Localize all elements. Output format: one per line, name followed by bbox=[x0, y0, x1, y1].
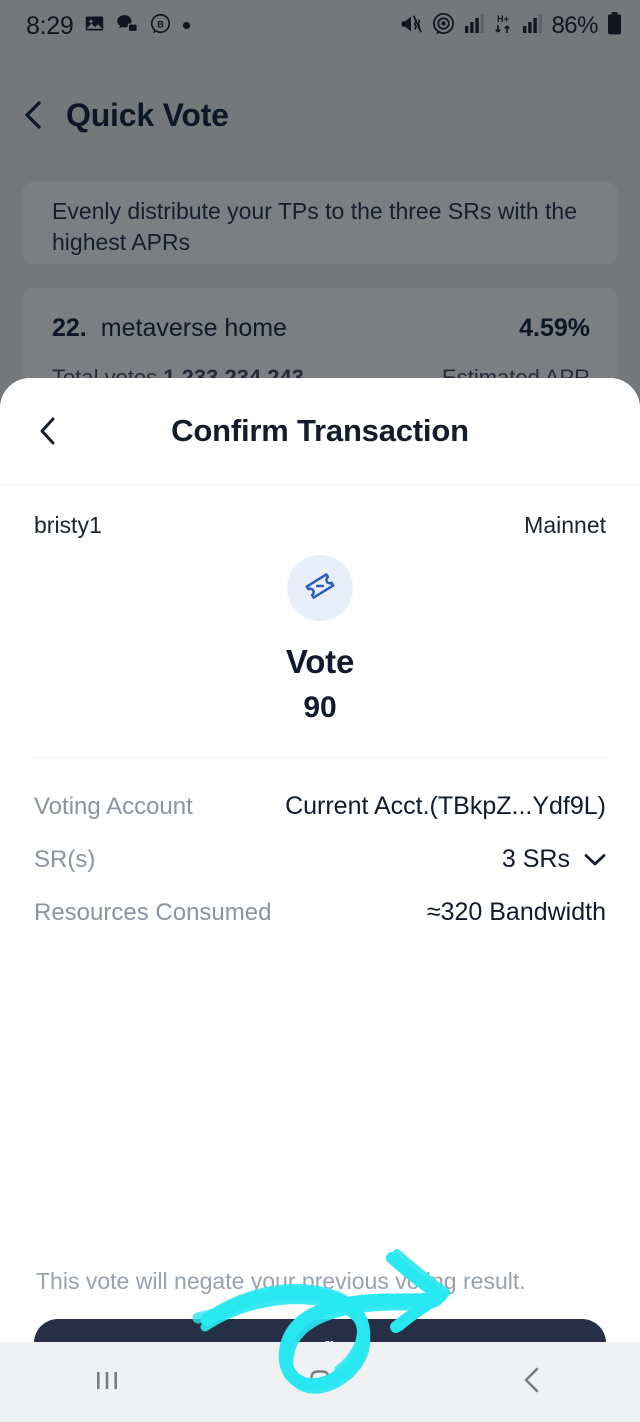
account-network-row: bristy1 Mainnet bbox=[0, 485, 640, 539]
recents-button[interactable] bbox=[47, 1342, 167, 1422]
background-header: Quick Vote bbox=[0, 82, 640, 148]
detail-value: ≈320 Bandwidth bbox=[427, 898, 606, 927]
android-nav-bar bbox=[0, 1342, 640, 1422]
svg-text:B: B bbox=[158, 19, 165, 29]
battery-icon bbox=[607, 12, 622, 40]
vote-icon-wrapper bbox=[0, 555, 640, 621]
vote-icon-circle bbox=[287, 555, 353, 621]
info-banner-text: Evenly distribute your TPs to the three … bbox=[52, 198, 577, 255]
detail-row-voting-account: Voting Account Current Acct.(TBkpZ...Ydf… bbox=[34, 780, 606, 833]
ticket-vote-icon bbox=[302, 568, 338, 609]
circled-b-icon: B bbox=[150, 13, 171, 39]
gallery-icon bbox=[84, 13, 105, 39]
messaging-icon bbox=[116, 14, 139, 39]
battery-percent: 86% bbox=[551, 12, 598, 39]
vote-amount: 90 bbox=[303, 691, 337, 724]
detail-label: Voting Account bbox=[34, 792, 193, 820]
sr-name: metaverse home bbox=[100, 314, 287, 342]
back-icon bbox=[516, 1363, 550, 1402]
detail-value-text: Current Acct.(TBkpZ...Ydf9L) bbox=[285, 792, 606, 820]
transaction-details: Voting Account Current Acct.(TBkpZ...Ydf… bbox=[0, 780, 640, 939]
status-time: 8:29 bbox=[26, 11, 74, 40]
sr-rank: 22. bbox=[52, 314, 87, 342]
footer-note: This vote will negate your previous voti… bbox=[36, 1268, 526, 1294]
account-name: bristy1 bbox=[34, 512, 102, 538]
detail-value[interactable]: 3 SRs bbox=[502, 845, 606, 874]
back-button[interactable] bbox=[473, 1342, 593, 1422]
sheet-back-button[interactable] bbox=[26, 409, 70, 453]
page-title: Quick Vote bbox=[66, 96, 229, 133]
network-name: Mainnet bbox=[524, 512, 606, 538]
detail-row-resources: Resources Consumed ≈320 Bandwidth bbox=[34, 886, 606, 939]
mute-vibrate-icon bbox=[399, 13, 423, 40]
home-button[interactable] bbox=[260, 1342, 380, 1422]
detail-label: SR(s) bbox=[34, 845, 96, 873]
vote-title: Vote bbox=[285, 643, 355, 680]
status-bar-left: 8:29 B bbox=[26, 12, 191, 41]
hotspot-icon bbox=[432, 12, 455, 40]
sheet-divider bbox=[34, 757, 606, 758]
signal-bars-icon bbox=[464, 14, 485, 38]
status-bar-right: H+ 86% bbox=[399, 12, 622, 40]
status-bar: 8:29 B H+ 86% bbox=[0, 0, 640, 52]
back-chevron-icon[interactable] bbox=[20, 99, 46, 131]
signal-bars-2-icon bbox=[522, 14, 543, 38]
detail-value: Current Acct.(TBkpZ...Ydf9L) bbox=[285, 792, 606, 821]
sheet-title: Confirm Transaction bbox=[171, 413, 469, 448]
dot-icon bbox=[182, 17, 191, 35]
chevron-down-icon[interactable] bbox=[584, 845, 606, 874]
confirm-transaction-sheet: Confirm Transaction bristy1 Mainnet Vote… bbox=[0, 378, 640, 1422]
info-banner: Evenly distribute your TPs to the three … bbox=[22, 182, 618, 264]
detail-value-text: ≈320 Bandwidth bbox=[426, 898, 606, 926]
home-icon bbox=[303, 1363, 337, 1402]
detail-row-srs[interactable]: SR(s) 3 SRs bbox=[34, 833, 606, 886]
sr-item-main-row: 22. metaverse home 4.59% bbox=[52, 314, 590, 343]
hplus-data-icon: H+ bbox=[493, 13, 513, 40]
recents-icon bbox=[90, 1363, 124, 1402]
detail-value-text: 3 SRs bbox=[501, 845, 570, 873]
detail-label: Resources Consumed bbox=[34, 898, 272, 926]
sheet-header: Confirm Transaction bbox=[0, 378, 640, 485]
svg-text:H+: H+ bbox=[498, 14, 510, 24]
sr-apr: 4.59% bbox=[519, 314, 590, 342]
